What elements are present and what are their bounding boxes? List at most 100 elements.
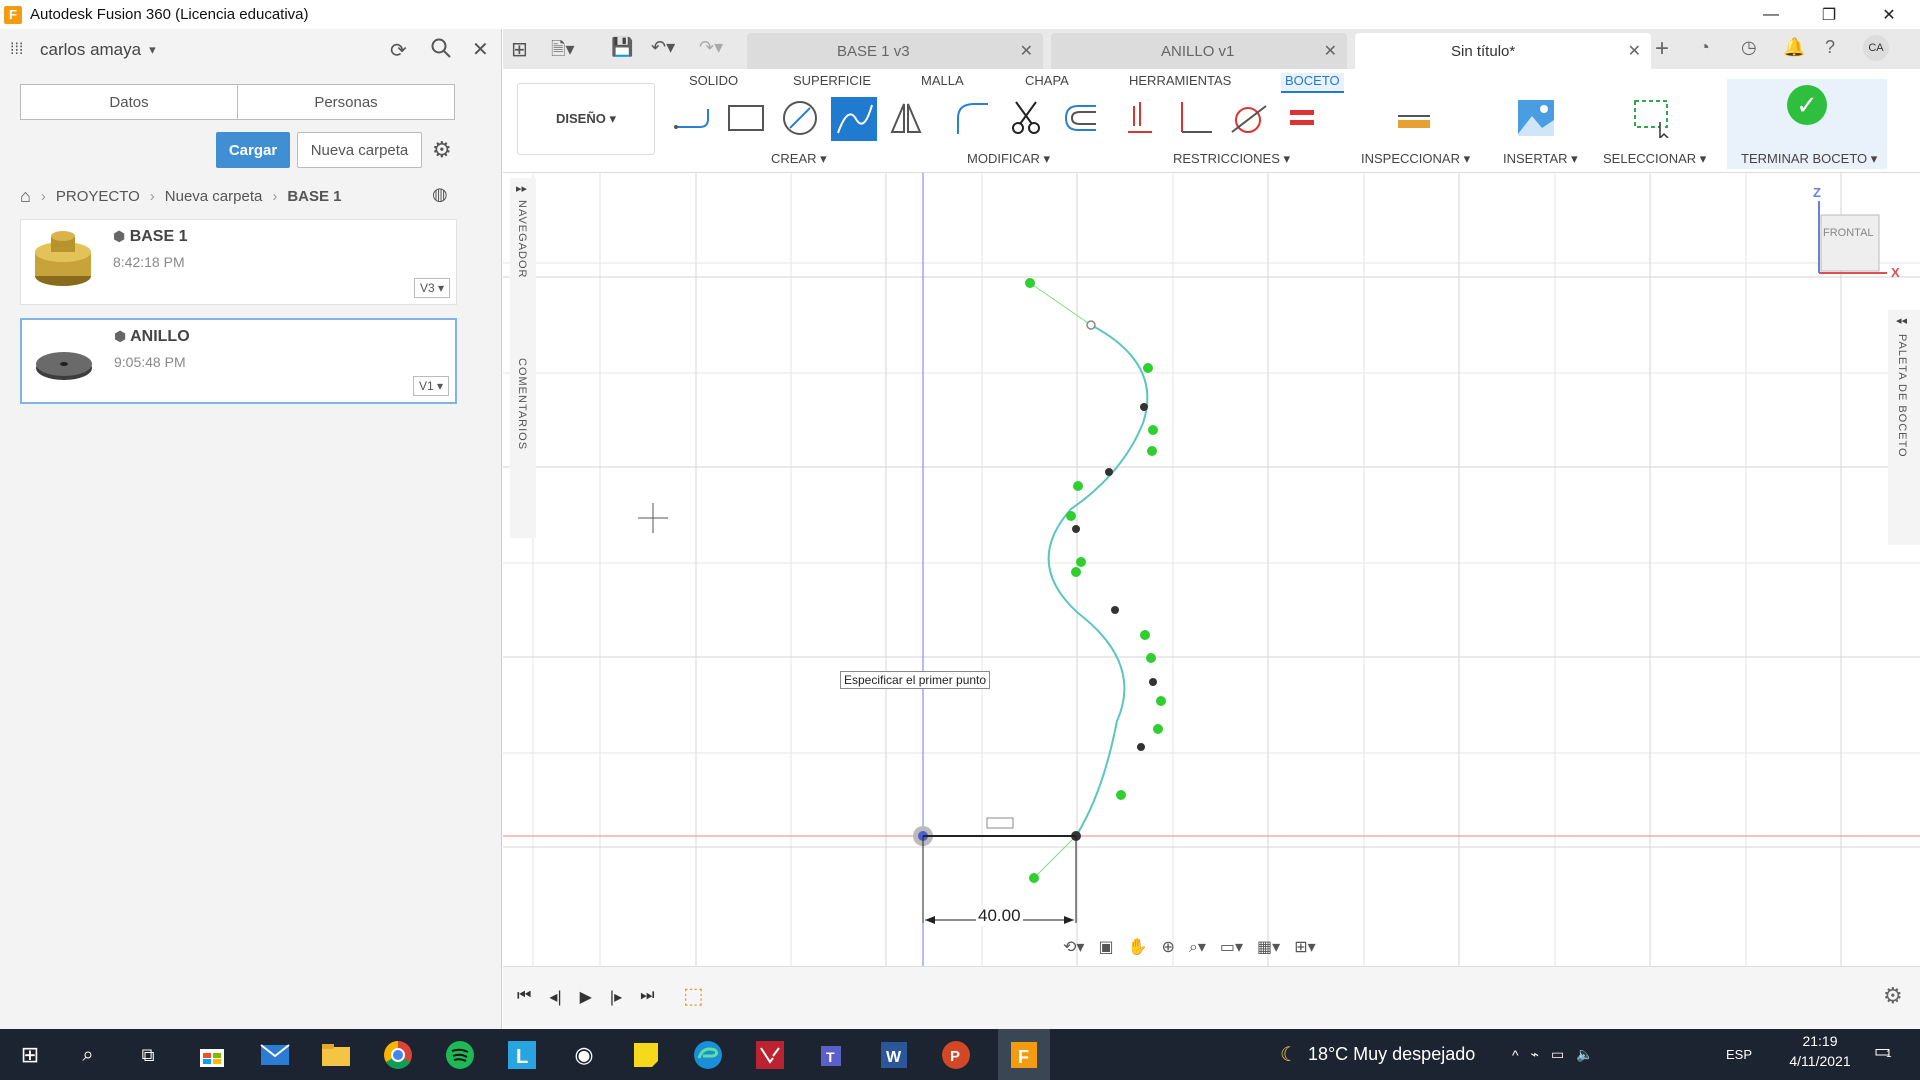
- network-icon[interactable]: ⌁: [1531, 1046, 1539, 1063]
- fit-icon[interactable]: ⌕▾: [1189, 937, 1206, 957]
- insert-image-icon[interactable]: [1515, 97, 1557, 139]
- steam-icon[interactable]: ◉: [564, 1035, 604, 1075]
- display-settings-icon[interactable]: ▭▾: [1220, 937, 1243, 957]
- close-panel-icon[interactable]: ✕: [472, 37, 489, 62]
- new-folder-button[interactable]: Nueva carpeta: [297, 132, 422, 168]
- gear-icon[interactable]: ⚙: [432, 137, 452, 163]
- expand-icon[interactable]: ▸▸: [516, 182, 527, 195]
- file-explorer-icon[interactable]: [316, 1035, 356, 1075]
- notification-center-icon[interactable]: ▭ 1: [1874, 1041, 1892, 1062]
- orbit-icon[interactable]: ⟲▾: [1063, 937, 1084, 957]
- fillet-tool-icon[interactable]: [951, 97, 993, 139]
- group-modificar[interactable]: MODIFICAR ▾: [967, 151, 1050, 167]
- tab-personas[interactable]: Personas: [238, 85, 454, 119]
- doc-tab[interactable]: ANILLO v1 ✕: [1051, 33, 1347, 69]
- finish-sketch-label[interactable]: TERMINAR BOCETO ▾: [1741, 151, 1877, 167]
- team-icon[interactable]: ⁞⁞⁞: [10, 41, 23, 59]
- save-icon[interactable]: 💾: [611, 37, 633, 58]
- refresh-icon[interactable]: ⟳: [390, 38, 407, 63]
- notifications-icon[interactable]: 🔔: [1783, 37, 1805, 58]
- redo-icon[interactable]: ↷▾: [699, 37, 723, 58]
- group-inspeccionar[interactable]: INSPECCIONAR ▾: [1361, 151, 1470, 167]
- avatar[interactable]: CA: [1863, 35, 1889, 61]
- home-icon[interactable]: ⌂: [20, 186, 31, 207]
- breadcrumb-folder[interactable]: Nueva carpeta: [165, 188, 263, 205]
- mirror-tool-icon[interactable]: [885, 97, 927, 139]
- group-crear[interactable]: CREAR ▾: [771, 151, 827, 167]
- doc-tab-active[interactable]: Sin título* ✕: [1355, 33, 1651, 69]
- next-step-icon[interactable]: |▸: [610, 987, 622, 1007]
- close-tab-icon[interactable]: ✕: [1324, 41, 1337, 61]
- edge-icon[interactable]: [688, 1035, 728, 1075]
- store-icon[interactable]: [192, 1035, 232, 1075]
- help-icon[interactable]: ?: [1825, 37, 1835, 58]
- task-view-icon[interactable]: ⧉: [128, 1035, 168, 1075]
- volume-icon[interactable]: 🔈: [1576, 1046, 1593, 1063]
- group-seleccionar[interactable]: SELECCIONAR ▾: [1603, 151, 1706, 167]
- rectangle-tool-icon[interactable]: [725, 97, 767, 139]
- mail-icon[interactable]: [255, 1035, 295, 1075]
- tab-datos[interactable]: Datos: [21, 85, 238, 119]
- weather-widget[interactable]: ☾ 18°C Muy despejado: [1280, 1029, 1475, 1080]
- dimension-value[interactable]: 40.00: [976, 906, 1023, 926]
- sticky-notes-icon[interactable]: [626, 1035, 666, 1075]
- battery-icon[interactable]: ▭: [1551, 1046, 1564, 1063]
- version-dropdown[interactable]: V3 ▾: [414, 278, 450, 298]
- circle-tool-icon[interactable]: [779, 97, 821, 139]
- input-language[interactable]: ESP: [1726, 1029, 1752, 1080]
- finish-sketch-area[interactable]: ✓ TERMINAR BOCETO ▾: [1727, 79, 1887, 169]
- tab-solido[interactable]: SOLIDO: [689, 73, 738, 88]
- finish-sketch-check-icon[interactable]: ✓: [1787, 85, 1827, 125]
- select-window-icon[interactable]: [1631, 97, 1673, 139]
- line-tool-icon[interactable]: [671, 97, 713, 139]
- spotify-icon[interactable]: [440, 1035, 480, 1075]
- fusion-taskbar-icon[interactable]: F: [998, 1029, 1050, 1080]
- pan-icon[interactable]: ✋: [1128, 937, 1148, 957]
- timeline-settings-icon[interactable]: ⚙: [1883, 983, 1903, 1009]
- viewports-icon[interactable]: ⊞▾: [1294, 937, 1315, 957]
- play-icon[interactable]: ▶: [580, 987, 592, 1007]
- measure-tool-icon[interactable]: [1393, 97, 1435, 139]
- chevron-down-icon[interactable]: ▾: [149, 42, 156, 58]
- palette-label[interactable]: PALETA DE BOCETO: [1896, 334, 1908, 458]
- tab-chapa[interactable]: CHAPA: [1025, 73, 1069, 88]
- comments-label[interactable]: COMENTARIOS: [516, 358, 528, 450]
- chevron-up-icon[interactable]: ^: [1512, 1047, 1519, 1063]
- tab-malla[interactable]: MALLA: [921, 73, 964, 88]
- chrome-icon[interactable]: [378, 1035, 418, 1075]
- tab-superficie[interactable]: SUPERFICIE: [793, 73, 871, 88]
- minimize-button[interactable]: —: [1742, 0, 1800, 29]
- offset-tool-icon[interactable]: [1059, 97, 1101, 139]
- perpendicular-constraint-icon[interactable]: [1173, 97, 1215, 139]
- globe-icon[interactable]: ◍: [432, 184, 448, 205]
- powerpoint-icon[interactable]: P: [936, 1035, 976, 1075]
- sketch-palette-collapsed[interactable]: ◂◂ PALETA DE BOCETO: [1888, 310, 1920, 545]
- doc-tab[interactable]: BASE 1 v3 ✕: [747, 33, 1043, 69]
- grid-settings-icon[interactable]: ▦▾: [1257, 937, 1280, 957]
- restore-button[interactable]: ❐: [1800, 0, 1858, 29]
- search-icon[interactable]: ⌕: [68, 1035, 108, 1075]
- equal-constraint-icon[interactable]: [1281, 97, 1323, 139]
- windows-start-icon[interactable]: ⊞: [10, 1035, 50, 1075]
- previous-step-icon[interactable]: ◂|: [549, 987, 561, 1007]
- file-card[interactable]: ⬢ ANILLO 9:05:48 PM V1 ▾: [20, 318, 457, 404]
- close-tab-icon[interactable]: ✕: [1628, 41, 1641, 61]
- tangent-constraint-icon[interactable]: [1227, 97, 1269, 139]
- undo-icon[interactable]: ↶▾: [651, 37, 675, 58]
- close-window-button[interactable]: ✕: [1860, 0, 1918, 29]
- first-step-icon[interactable]: ⏮: [517, 987, 531, 1007]
- workspace-switcher[interactable]: DISEÑO ▾: [517, 83, 655, 155]
- viewcube-face[interactable]: FRONTAL: [1823, 227, 1874, 239]
- file-icon[interactable]: 🗎▾: [551, 37, 575, 67]
- breadcrumb-project[interactable]: PROYECTO: [56, 188, 140, 205]
- user-name[interactable]: carlos amaya: [40, 40, 141, 60]
- valorant-icon[interactable]: [750, 1035, 790, 1075]
- group-restricciones[interactable]: RESTRICCIONES ▾: [1173, 151, 1290, 167]
- look-at-icon[interactable]: ▣: [1098, 937, 1113, 957]
- group-insertar[interactable]: INSERTAR ▾: [1503, 151, 1578, 167]
- coincident-constraint-icon[interactable]: [1119, 97, 1161, 139]
- browser-collapsed-panel[interactable]: ▸▸ NAVEGADOR COMENTARIOS: [510, 178, 536, 538]
- tab-boceto[interactable]: BOCETO: [1281, 73, 1344, 93]
- navigator-label[interactable]: NAVEGADOR: [516, 200, 528, 278]
- sketch-timeline-icon[interactable]: ⬚: [683, 983, 704, 1009]
